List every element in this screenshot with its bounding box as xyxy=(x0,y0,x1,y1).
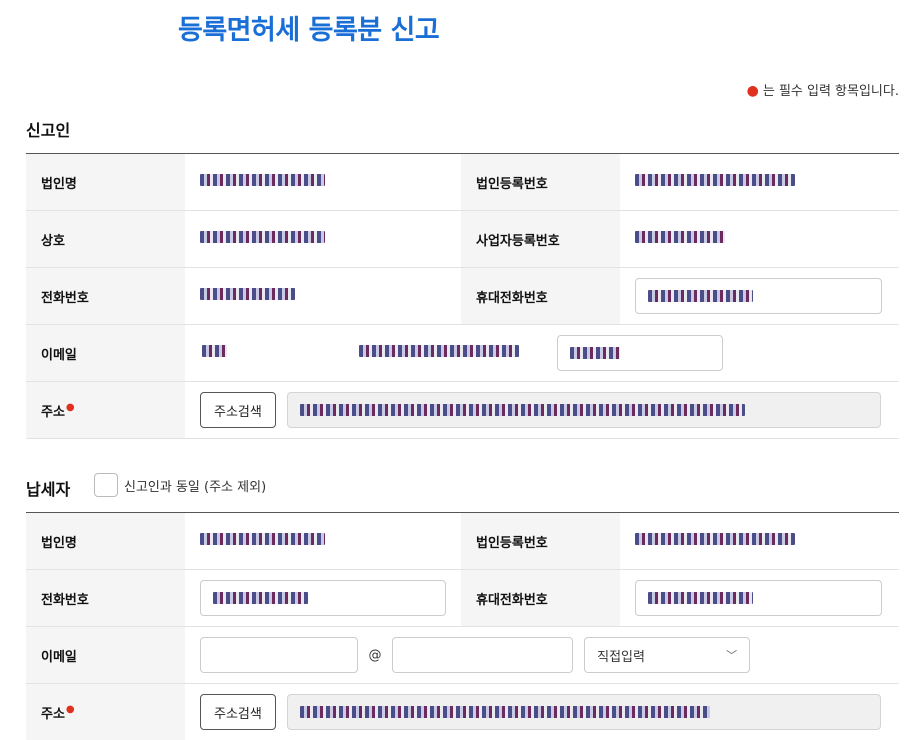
table-row: 전화번호 휴대전화번호 xyxy=(26,267,899,325)
masked-value xyxy=(200,174,325,186)
masked-value xyxy=(200,288,295,300)
taxpayer-corp-reg-no-value xyxy=(620,512,899,570)
masked-value xyxy=(359,344,520,357)
table-row: 법인명 법인등록번호 xyxy=(26,153,899,211)
required-note-text: 는 필수 입력 항목입니다. xyxy=(762,84,899,99)
masked-value xyxy=(299,706,710,718)
taxpayer-address-input xyxy=(286,694,881,730)
filer-email-domain-select[interactable] xyxy=(557,335,724,371)
filer-corp-name-value xyxy=(185,153,461,211)
taxpayer-phone-input[interactable] xyxy=(200,580,446,616)
taxpayer-email-row: @ 직접입력 ﹀ xyxy=(185,626,899,684)
table-row: 주소● 주소검색 xyxy=(26,683,899,740)
taxpayer-table: 법인명 법인등록번호 전화번호 휴대전화번호 이메일 @ 직접입력 ﹀ 주소● 주… xyxy=(26,512,899,740)
masked-value xyxy=(200,533,325,545)
filer-phone-value xyxy=(185,267,461,325)
taxpayer-corp-name-label: 법인명 xyxy=(26,512,185,570)
filer-trade-name-value xyxy=(185,210,461,268)
masked-value xyxy=(635,533,795,545)
page-title: 등록면허세 등록분 신고 xyxy=(178,15,440,46)
taxpayer-email-domain-select[interactable]: 직접입력 ﹀ xyxy=(584,637,751,673)
required-dot-icon: ● xyxy=(746,83,759,99)
required-dot-icon: ● xyxy=(65,402,75,414)
filer-address-input xyxy=(286,392,881,428)
taxpayer-address-value: 주소검색 xyxy=(185,683,899,740)
taxpayer-address-search-button[interactable]: 주소검색 xyxy=(200,694,276,730)
table-row: 이메일 xyxy=(26,324,899,382)
masked-value xyxy=(635,174,795,186)
filer-table: 법인명 법인등록번호 상호 사업자등록번호 전화번호 휴대전화번호 이메일 주소… xyxy=(26,153,899,439)
filer-biz-reg-no-value xyxy=(620,210,899,268)
chevron-down-icon: ﹀ xyxy=(726,649,738,662)
filer-address-search-button[interactable]: 주소검색 xyxy=(200,392,276,428)
filer-corp-name-label: 법인명 xyxy=(26,153,185,211)
filer-trade-name-label: 상호 xyxy=(26,210,185,268)
same-as-filer-label: 신고인과 동일 (주소 제외) xyxy=(124,479,267,495)
table-row: 상호 사업자등록번호 xyxy=(26,210,899,268)
taxpayer-mobile-label: 휴대전화번호 xyxy=(461,569,620,627)
email-at-sign: @ xyxy=(368,647,382,663)
taxpayer-email-label: 이메일 xyxy=(26,626,185,684)
taxpayer-phone-label: 전화번호 xyxy=(26,569,185,627)
masked-value xyxy=(200,231,325,243)
filer-address-value: 주소검색 xyxy=(185,381,899,439)
table-row: 전화번호 휴대전화번호 xyxy=(26,569,899,627)
masked-value xyxy=(202,344,227,357)
required-note: ● 는 필수 입력 항목입니다. xyxy=(747,80,899,99)
taxpayer-email-domain-input[interactable] xyxy=(392,637,573,673)
filer-biz-reg-no-label: 사업자등록번호 xyxy=(461,210,620,268)
masked-value xyxy=(648,290,753,302)
masked-value xyxy=(213,592,308,604)
masked-value xyxy=(648,592,753,604)
filer-section-title: 신고인 xyxy=(26,121,71,140)
masked-value xyxy=(299,404,745,416)
filer-phone-label: 전화번호 xyxy=(26,267,185,325)
table-row: 이메일 @ 직접입력 ﹀ xyxy=(26,626,899,684)
filer-mobile-input[interactable] xyxy=(635,278,882,314)
same-as-filer-checkbox[interactable]: 신고인과 동일 (주소 제외) xyxy=(94,473,266,497)
required-dot-icon: ● xyxy=(65,704,75,716)
taxpayer-mobile-input[interactable] xyxy=(635,580,882,616)
table-row: 주소● 주소검색 xyxy=(26,381,899,439)
masked-value xyxy=(635,231,725,243)
filer-mobile-label: 휴대전화번호 xyxy=(461,267,620,325)
taxpayer-section-title: 납세자 xyxy=(26,480,71,499)
table-row: 법인명 법인등록번호 xyxy=(26,512,899,570)
filer-corp-reg-no-value xyxy=(620,153,899,211)
taxpayer-address-label: 주소● xyxy=(26,683,185,740)
taxpayer-corp-name-value xyxy=(185,512,461,570)
masked-value xyxy=(570,347,621,359)
filer-corp-reg-no-label: 법인등록번호 xyxy=(461,153,620,211)
filer-address-label: 주소● xyxy=(26,381,185,439)
taxpayer-email-id-input[interactable] xyxy=(200,637,358,673)
select-value: 직접입력 xyxy=(597,649,645,665)
checkbox[interactable] xyxy=(94,473,118,497)
taxpayer-corp-reg-no-label: 법인등록번호 xyxy=(461,512,620,570)
filer-email-value xyxy=(185,324,899,382)
filer-email-label: 이메일 xyxy=(26,324,185,382)
